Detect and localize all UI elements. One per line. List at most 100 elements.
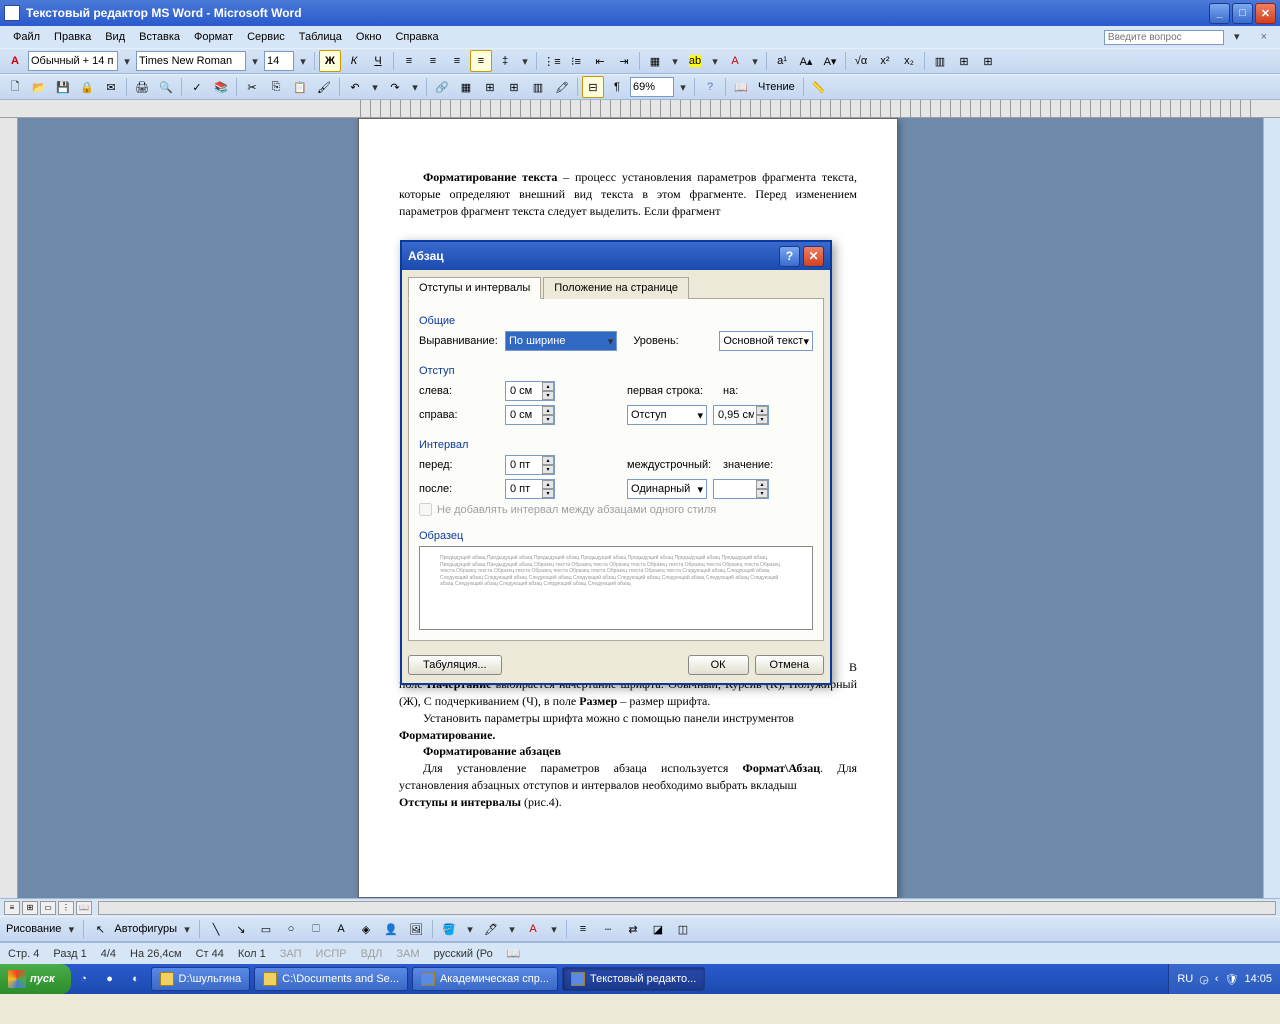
font-color-dropdown[interactable]: ▾ [748, 55, 762, 68]
menu-window[interactable]: Окно [349, 29, 389, 45]
vertical-scrollbar[interactable] [1263, 118, 1280, 898]
tabs-button[interactable]: Табуляция... [408, 655, 502, 675]
increase-indent-button[interactable]: ⇥ [613, 50, 635, 72]
borders-dropdown[interactable]: ▾ [668, 55, 682, 68]
rectangle-button[interactable]: ▭ [255, 918, 277, 940]
status-spell-icon[interactable]: 📖 [507, 947, 521, 960]
clock[interactable]: 14:05 [1244, 973, 1272, 985]
ask-question-input[interactable] [1104, 30, 1224, 45]
align-center-button[interactable]: ≡ [422, 50, 444, 72]
horizontal-ruler[interactable] [0, 100, 1280, 118]
document-map-button[interactable]: ⊟ [582, 76, 604, 98]
normal-view-button[interactable]: ≡ [4, 901, 20, 915]
select-objects-button[interactable]: ↖ [89, 918, 111, 940]
menu-tools[interactable]: Сервис [240, 29, 292, 45]
cut-button[interactable]: ✂ [241, 76, 263, 98]
taskbar-task-2[interactable]: C:\Documents and Se... [254, 967, 408, 991]
borders-button[interactable]: ▦ [644, 50, 666, 72]
superscript-a1-button[interactable]: a¹ [771, 50, 793, 72]
print-view-button[interactable]: ▭ [40, 901, 56, 915]
underline-button[interactable]: Ч [367, 50, 389, 72]
indent-left-spinner[interactable]: ▴▾ [505, 381, 555, 401]
columns-button[interactable]: ▥ [929, 50, 951, 72]
research-button[interactable]: 📚 [210, 76, 232, 98]
fill-color-button[interactable]: 🪣 [438, 918, 460, 940]
horizontal-scrollbar[interactable] [98, 901, 1276, 915]
taskbar-task-4[interactable]: Текстовый редакто... [562, 967, 705, 991]
language-indicator[interactable]: RU [1177, 973, 1193, 985]
first-line-combo[interactable]: Отступ▾ [627, 405, 707, 425]
hyperlink-button[interactable]: 🔗 [431, 76, 453, 98]
menu-format[interactable]: Формат [187, 29, 240, 45]
menu-table[interactable]: Таблица [292, 29, 349, 45]
spelling-button[interactable]: ✓ [186, 76, 208, 98]
reading-layout-button[interactable]: Чтение [754, 81, 799, 93]
menu-view[interactable]: Вид [98, 29, 132, 45]
line-spacing-combo[interactable]: Одинарный▾ [627, 479, 707, 499]
drawing-button[interactable]: 🖍 [551, 76, 573, 98]
insert-excel-button[interactable]: ⊞ [503, 76, 525, 98]
draw-menu[interactable]: Рисование [6, 923, 61, 935]
menu-file[interactable]: Файл [6, 29, 47, 45]
style-combo[interactable]: Обычный + 14 п [28, 51, 118, 71]
style-dropdown[interactable]: ▾ [120, 55, 134, 68]
dash-style-button[interactable]: ┄ [597, 918, 619, 940]
zoom-combo[interactable]: 69% [630, 77, 674, 97]
menu-help[interactable]: Справка [388, 29, 445, 45]
dialog-titlebar[interactable]: Абзац ? ✕ [402, 242, 830, 270]
styles-pane-icon[interactable]: A [4, 50, 26, 72]
tab-page-position[interactable]: Положение на странице [543, 277, 689, 299]
at-spinner[interactable]: ▴▾ [713, 479, 769, 499]
draw-dropdown[interactable]: ▾ [64, 923, 78, 936]
spacing-before-spinner[interactable]: ▴▾ [505, 455, 555, 475]
outline-view-button[interactable]: ⋮ [58, 901, 74, 915]
copy-button[interactable]: ⎘ [265, 76, 287, 98]
numbering-button[interactable]: ⋮≡ [541, 50, 563, 72]
line-button[interactable]: ╲ [205, 918, 227, 940]
line-color-dropdown[interactable]: ▾ [505, 923, 519, 936]
status-trk[interactable]: ИСПР [316, 948, 347, 960]
show-hide-button[interactable]: ¶ [606, 76, 628, 98]
diagram-button[interactable]: ◈ [355, 918, 377, 940]
align-right-button[interactable]: ≡ [446, 50, 468, 72]
undo-button[interactable]: ↶ [344, 76, 366, 98]
web-view-button[interactable]: ⊞ [22, 901, 38, 915]
redo-dropdown[interactable]: ▾ [408, 81, 422, 94]
menu-insert[interactable]: Вставка [132, 29, 187, 45]
close-help-button[interactable]: × [1254, 29, 1274, 45]
format-painter-button[interactable]: 🖌 [313, 76, 335, 98]
autoshapes-menu[interactable]: Автофигуры [114, 923, 177, 935]
fill-color-dropdown[interactable]: ▾ [463, 923, 477, 936]
insert-col-button[interactable]: ⊞ [977, 50, 999, 72]
tables-borders-button[interactable]: ▦ [455, 76, 477, 98]
close-button[interactable]: ✕ [1255, 3, 1276, 24]
superscript-button[interactable]: x² [874, 50, 896, 72]
size-dropdown[interactable]: ▾ [296, 55, 310, 68]
picture-button[interactable]: 🖼 [405, 918, 427, 940]
line-spacing-dropdown[interactable]: ▾ [518, 55, 532, 68]
insert-row-button[interactable]: ⊞ [953, 50, 975, 72]
arrow-button[interactable]: ↘ [230, 918, 252, 940]
status-ovr[interactable]: ЗАМ [396, 948, 419, 960]
new-doc-button[interactable]: 🗋 [4, 76, 26, 98]
quick-launch-2[interactable]: ● [99, 968, 121, 990]
tray-icon-1[interactable]: ◶ [1199, 973, 1209, 986]
textbox-button[interactable]: 🗆 [305, 918, 327, 940]
tray-icon-3[interactable]: 🛡 [1225, 973, 1239, 986]
tray-icon-2[interactable]: ‹ [1215, 973, 1219, 985]
dialog-help-button[interactable]: ? [779, 246, 800, 267]
undo-dropdown[interactable]: ▾ [368, 81, 382, 94]
email-button[interactable]: ✉ [100, 76, 122, 98]
insert-table-button[interactable]: ⊞ [479, 76, 501, 98]
indent-right-spinner[interactable]: ▴▾ [505, 405, 555, 425]
save-button[interactable]: 💾 [52, 76, 74, 98]
print-button[interactable]: 🖨 [131, 76, 153, 98]
by-spinner[interactable]: ▴▾ [713, 405, 769, 425]
tab-indents-spacing[interactable]: Отступы и интервалы [408, 277, 541, 299]
line-spacing-button[interactable]: ‡ [494, 50, 516, 72]
quick-launch-1[interactable]: ◔ [73, 968, 95, 990]
ask-dropdown[interactable]: ▾ [1227, 29, 1247, 45]
ruler-button[interactable]: 📏 [808, 76, 830, 98]
3d-button[interactable]: ◫ [672, 918, 694, 940]
shrink-font-button[interactable]: A▾ [819, 50, 841, 72]
